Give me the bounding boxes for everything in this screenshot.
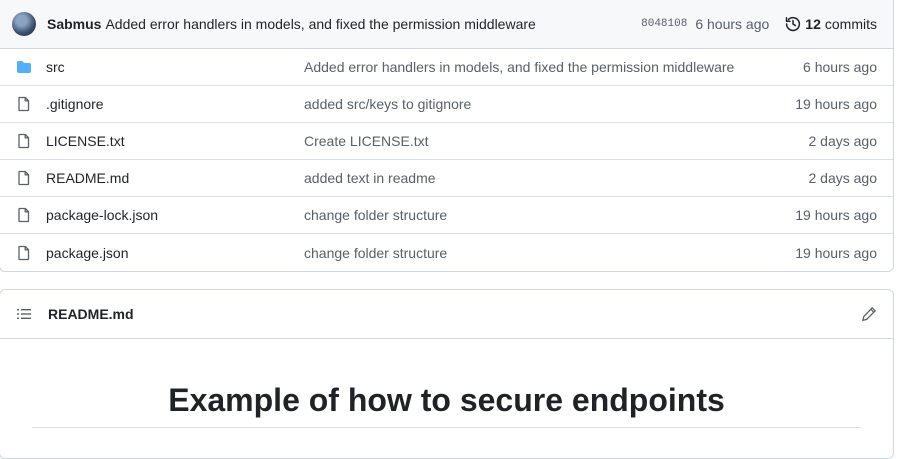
file-time: 2 days ago	[808, 133, 878, 149]
commits-count: 12	[805, 16, 821, 32]
file-browser: Sabmus Added error handlers in models, a…	[0, 0, 894, 272]
pencil-icon[interactable]	[861, 306, 877, 322]
file-row[interactable]: src Added error handlers in models, and …	[0, 49, 893, 86]
readme-panel: README.md Example of how to secure endpo…	[0, 289, 894, 459]
avatar[interactable]	[12, 12, 36, 36]
file-commit-message[interactable]: added src/keys to gitignore	[304, 96, 757, 112]
file-name[interactable]: LICENSE.txt	[46, 133, 304, 149]
latest-commit-bar: Sabmus Added error handlers in models, a…	[0, 0, 893, 49]
file-row[interactable]: package.json change folder structure 19 …	[0, 234, 893, 271]
commit-author[interactable]: Sabmus	[47, 16, 101, 32]
file-time: 19 hours ago	[795, 96, 877, 112]
file-icon	[16, 170, 32, 186]
list-icon[interactable]	[16, 306, 32, 322]
file-icon	[16, 207, 32, 223]
readme-header: README.md	[0, 290, 893, 339]
file-row[interactable]: LICENSE.txt Create LICENSE.txt 2 days ag…	[0, 123, 893, 160]
commit-time: 6 hours ago	[695, 16, 770, 32]
file-row[interactable]: README.md added text in readme 2 days ag…	[0, 160, 893, 197]
file-name[interactable]: README.md	[46, 170, 304, 186]
file-commit-message[interactable]: Added error handlers in models, and fixe…	[304, 59, 757, 75]
file-commit-message[interactable]: change folder structure	[304, 245, 757, 261]
file-icon	[16, 245, 32, 261]
history-icon	[786, 16, 801, 32]
readme-body: Example of how to secure endpoints	[0, 382, 893, 428]
file-time: 19 hours ago	[795, 244, 877, 261]
file-row[interactable]: .gitignore added src/keys to gitignore 1…	[0, 86, 893, 123]
file-icon	[16, 133, 32, 149]
readme-heading: Example of how to secure endpoints	[32, 382, 861, 428]
file-name[interactable]: package-lock.json	[46, 207, 304, 223]
file-commit-message[interactable]: Create LICENSE.txt	[304, 133, 757, 149]
commit-sha[interactable]: 8048108	[641, 18, 687, 30]
readme-title[interactable]: README.md	[48, 306, 134, 322]
commit-message[interactable]: Added error handlers in models, and fixe…	[105, 16, 535, 32]
file-name[interactable]: src	[46, 59, 304, 75]
file-commit-message[interactable]: change folder structure	[304, 207, 757, 223]
file-time: 6 hours ago	[803, 59, 877, 75]
file-time: 19 hours ago	[795, 207, 877, 223]
commits-history-link[interactable]: 12 commits	[785, 16, 877, 32]
file-row[interactable]: package-lock.json change folder structur…	[0, 197, 893, 234]
file-name[interactable]: .gitignore	[46, 96, 304, 112]
file-time: 2 days ago	[808, 170, 878, 186]
file-commit-message[interactable]: added text in readme	[304, 170, 757, 186]
commits-label: commits	[824, 16, 877, 32]
file-icon	[16, 96, 32, 112]
file-name[interactable]: package.json	[46, 245, 304, 261]
folder-icon	[16, 59, 32, 75]
